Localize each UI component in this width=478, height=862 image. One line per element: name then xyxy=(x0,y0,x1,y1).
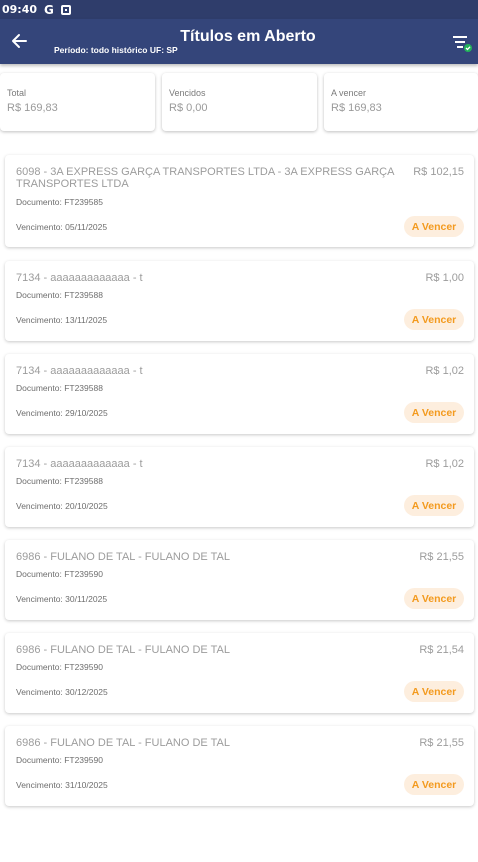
title-card[interactable]: 6986 - FULANO DE TAL - FULANO DE TAL R$ … xyxy=(5,726,474,806)
status-badge: A Vencer xyxy=(404,216,464,237)
title-amount: R$ 1,02 xyxy=(425,365,464,377)
summary-value: R$ 169,83 xyxy=(331,102,382,114)
status-time: 09:40 xyxy=(2,3,38,16)
status-bar: 09:40 G xyxy=(0,0,478,19)
title-card[interactable]: 7134 - aaaaaaaaaaaaa - t R$ 1,00 Documen… xyxy=(5,261,474,341)
summary-section: Total R$ 169,83 Vencidos R$ 0,00 A vence… xyxy=(0,73,478,133)
status-badge: A Vencer xyxy=(404,588,464,609)
summary-card-total: Total R$ 169,83 xyxy=(0,73,155,131)
summary-label: Vencidos xyxy=(169,88,206,98)
title-amount: R$ 21,54 xyxy=(419,644,464,656)
title-document: Documento: FT239590 xyxy=(16,755,103,765)
title-amount: R$ 21,55 xyxy=(419,551,464,563)
title-document: Documento: FT239588 xyxy=(16,476,103,486)
status-badge: A Vencer xyxy=(404,681,464,702)
title-customer: 6986 - FULANO DE TAL - FULANO DE TAL xyxy=(16,737,230,749)
title-card[interactable]: 7134 - aaaaaaaaaaaaa - t R$ 1,02 Documen… xyxy=(5,447,474,527)
title-document: Documento: FT239588 xyxy=(16,383,103,393)
status-badge: A Vencer xyxy=(404,402,464,423)
status-badge: A Vencer xyxy=(404,309,464,330)
title-customer: 7134 - aaaaaaaaaaaaa - t xyxy=(16,272,143,284)
filter-button[interactable] xyxy=(451,32,473,54)
summary-value: R$ 0,00 xyxy=(169,102,208,114)
page-title: Títulos em Aberto xyxy=(180,28,316,45)
title-due-date: Vencimento: 30/11/2025 xyxy=(16,594,108,604)
title-due-date: Vencimento: 05/11/2025 xyxy=(16,222,108,232)
title-card[interactable]: 6986 - FULANO DE TAL - FULANO DE TAL R$ … xyxy=(5,633,474,713)
page-subtitle: Período: todo histórico UF: SP xyxy=(54,45,178,55)
summary-card-upcoming: A vencer R$ 169,83 xyxy=(324,73,478,131)
google-icon: G xyxy=(44,2,54,17)
title-card[interactable]: 7134 - aaaaaaaaaaaaa - t R$ 1,02 Documen… xyxy=(5,354,474,434)
title-document: Documento: FT239588 xyxy=(16,290,103,300)
title-customer: 7134 - aaaaaaaaaaaaa - t xyxy=(16,365,143,377)
title-document: Documento: FT239590 xyxy=(16,662,103,672)
app-bar: Títulos em Aberto Período: todo históric… xyxy=(0,19,478,64)
title-document: Documento: FT239585 xyxy=(16,197,103,207)
title-due-date: Vencimento: 29/10/2025 xyxy=(16,408,108,418)
notification-icon xyxy=(60,4,71,15)
status-badge: A Vencer xyxy=(404,774,464,795)
title-due-date: Vencimento: 20/10/2025 xyxy=(16,501,108,511)
summary-value: R$ 169,83 xyxy=(7,102,58,114)
title-card[interactable]: 6986 - FULANO DE TAL - FULANO DE TAL R$ … xyxy=(5,540,474,620)
title-card[interactable]: 6098 - 3A EXPRESS GARÇA TRANSPORTES LTDA… xyxy=(5,155,474,247)
summary-label: A vencer xyxy=(331,88,367,98)
title-amount: R$ 21,55 xyxy=(419,737,464,749)
title-customer: 6986 - FULANO DE TAL - FULANO DE TAL xyxy=(16,644,230,656)
title-document: Documento: FT239590 xyxy=(16,569,103,579)
title-amount: R$ 102,15 xyxy=(413,166,464,178)
filter-check-icon xyxy=(453,36,472,52)
title-amount: R$ 1,02 xyxy=(425,458,464,470)
summary-card-overdue: Vencidos R$ 0,00 xyxy=(162,73,317,131)
title-customer: 6986 - FULANO DE TAL - FULANO DE TAL xyxy=(16,551,230,563)
title-due-date: Vencimento: 31/10/2025 xyxy=(16,780,108,790)
status-badge: A Vencer xyxy=(404,495,464,516)
title-due-date: Vencimento: 30/12/2025 xyxy=(16,687,108,697)
title-customer: 7134 - aaaaaaaaaaaaa - t xyxy=(16,458,143,470)
summary-label: Total xyxy=(7,88,27,98)
title-due-date: Vencimento: 13/11/2025 xyxy=(16,315,108,325)
title-customer: 6098 - 3A EXPRESS GARÇA TRANSPORTES LTDA… xyxy=(16,166,394,190)
title-amount: R$ 1,00 xyxy=(425,272,464,284)
